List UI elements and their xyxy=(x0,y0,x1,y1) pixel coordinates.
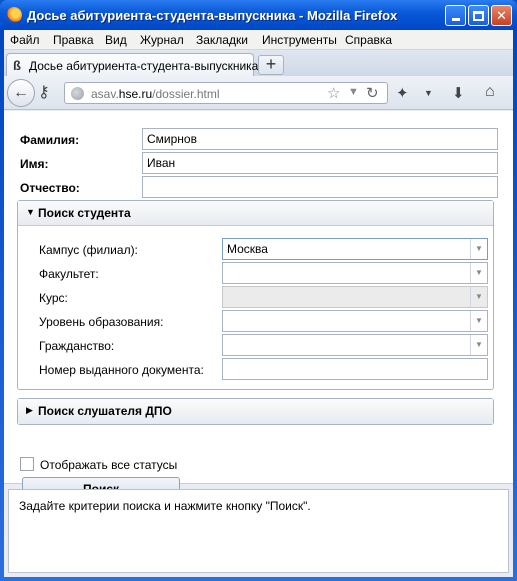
menu-bar: Файл Правка Вид Журнал Закладки Инструме… xyxy=(4,30,513,50)
browser-client: Файл Правка Вид Журнал Закладки Инструме… xyxy=(4,30,513,577)
document-input[interactable] xyxy=(222,358,488,380)
patronymic-input[interactable] xyxy=(142,176,498,198)
url-text: asav.hse.ru/dossier.html xyxy=(91,87,220,101)
name-label: Имя: xyxy=(20,157,49,171)
minimize-button[interactable] xyxy=(445,5,466,26)
expand-arrow-icon: ▶ xyxy=(26,405,33,415)
show-all-statuses-label: Отображать все статусы xyxy=(40,458,178,472)
new-tab-button[interactable]: + xyxy=(258,55,284,75)
campus-value: Москва xyxy=(227,242,268,256)
back-arrow-icon: ← xyxy=(13,84,29,101)
campus-label: Кампус (филиал): xyxy=(39,243,138,257)
citizenship-label: Гражданство: xyxy=(39,339,115,353)
firefox-logo-icon xyxy=(6,7,22,23)
navigation-toolbar: ← ⚷ asav.hse.ru/dossier.html ☆ ▼ ↻ ✦ ▼ ⬇… xyxy=(4,76,513,110)
url-prefix: asav. xyxy=(91,87,119,101)
result-panel: Задайте критерии поиска и нажмите кнопку… xyxy=(8,489,509,573)
maximize-icon xyxy=(473,11,484,21)
url-domain: hse.ru xyxy=(118,87,153,101)
chevron-down-icon[interactable]: ▼ xyxy=(470,263,487,283)
download-icon[interactable]: ⬇ xyxy=(452,84,465,102)
menu-help[interactable]: Справка xyxy=(345,33,392,47)
faculty-label: Факультет: xyxy=(39,267,99,281)
dpo-search-title: Поиск слушателя ДПО xyxy=(38,404,172,418)
course-select: ▼ xyxy=(222,286,488,308)
tab-dossier[interactable]: ß Досье абитуриента-студента-выпускника xyxy=(6,53,258,77)
menu-tools[interactable]: Инструменты xyxy=(262,33,337,47)
url-path: /dossier.html xyxy=(152,87,220,101)
reload-icon[interactable]: ↻ xyxy=(366,84,379,102)
tab-strip: ß Досье абитуриента-студента-выпускника … xyxy=(4,50,513,77)
maximize-button[interactable] xyxy=(468,5,489,26)
level-label: Уровень образования: xyxy=(39,315,164,329)
surname-input[interactable]: Смирнов xyxy=(142,128,498,150)
url-dropdown-icon[interactable]: ▼ xyxy=(348,86,359,98)
page-favicon-icon: ß xyxy=(13,58,21,73)
menu-bookmarks[interactable]: Закладки xyxy=(196,33,248,47)
surname-label: Фамилия: xyxy=(20,133,80,147)
identity-key-icon[interactable]: ⚷ xyxy=(38,84,60,102)
menu-history[interactable]: Журнал xyxy=(140,33,184,47)
tab-label: Досье абитуриента-студента-выпускника xyxy=(29,59,259,73)
chevron-down-icon: ▼ xyxy=(470,287,487,307)
close-button[interactable]: ✕ xyxy=(491,5,512,26)
dpo-search-panel: ▶ Поиск слушателя ДПО xyxy=(17,398,494,425)
title-bar: Досье абитуриента-студента-выпускника - … xyxy=(0,0,517,30)
student-search-title: Поиск студента xyxy=(38,206,131,220)
url-bar[interactable]: asav.hse.ru/dossier.html ☆ ▼ ↻ xyxy=(64,82,388,104)
dpo-search-header[interactable]: ▶ Поиск слушателя ДПО xyxy=(18,399,493,424)
home-icon[interactable]: ⌂ xyxy=(485,83,495,101)
page-content: Фамилия: Смирнов Имя: Иван Отчество: ▼ П… xyxy=(4,111,513,501)
collapse-arrow-icon: ▼ xyxy=(26,207,35,217)
campus-select[interactable]: Москва ▼ xyxy=(222,238,488,260)
window-title: Досье абитуриента-студента-выпускника - … xyxy=(27,8,398,23)
close-icon: ✕ xyxy=(496,8,507,23)
faculty-select[interactable]: ▼ xyxy=(222,262,488,284)
student-search-header[interactable]: ▼ Поиск студента xyxy=(18,201,493,226)
citizenship-select[interactable]: ▼ xyxy=(222,334,488,356)
addon-dropdown-icon[interactable]: ▼ xyxy=(424,88,433,98)
browser-window: Досье абитуриента-студента-выпускника - … xyxy=(0,0,517,581)
level-select[interactable]: ▼ xyxy=(222,310,488,332)
site-globe-icon xyxy=(71,87,84,100)
chevron-down-icon[interactable]: ▼ xyxy=(470,335,487,355)
menu-file[interactable]: Файл xyxy=(10,33,40,47)
result-message: Задайте критерии поиска и нажмите кнопку… xyxy=(19,499,311,513)
bookmark-star-icon[interactable]: ☆ xyxy=(327,84,340,102)
minimize-icon xyxy=(451,18,460,21)
menu-view[interactable]: Вид xyxy=(105,33,127,47)
name-input[interactable]: Иван xyxy=(142,152,498,174)
menu-edit[interactable]: Правка xyxy=(53,33,94,47)
chevron-down-icon[interactable]: ▼ xyxy=(470,311,487,331)
chevron-down-icon[interactable]: ▼ xyxy=(470,239,487,259)
show-all-statuses-checkbox[interactable] xyxy=(20,457,34,471)
course-label: Курс: xyxy=(39,291,68,305)
back-button[interactable]: ← xyxy=(7,79,35,107)
patronymic-label: Отчество: xyxy=(20,181,80,195)
document-label: Номер выданного документа: xyxy=(39,363,204,377)
student-search-panel: ▼ Поиск студента Кампус (филиал): Москва… xyxy=(17,200,494,390)
addon-icon[interactable]: ✦ xyxy=(396,84,409,102)
